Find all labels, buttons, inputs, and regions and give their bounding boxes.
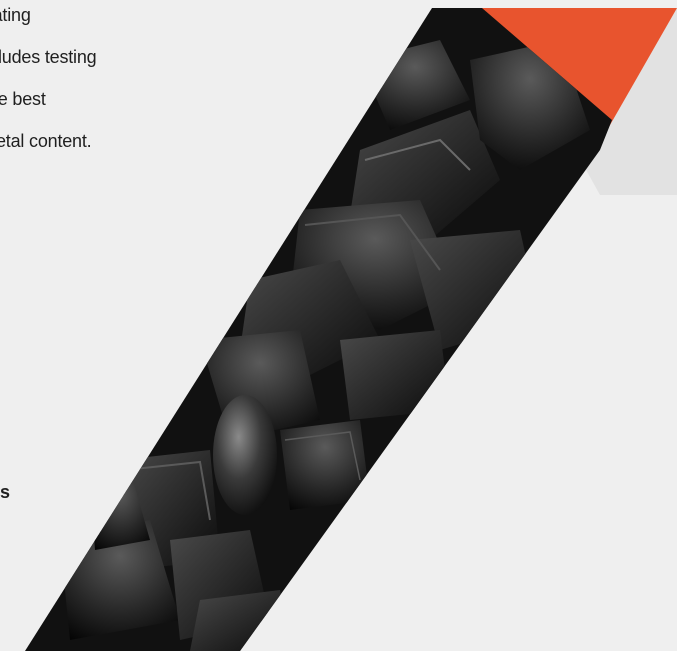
coal-image: [25, 8, 612, 651]
decorative-art: [25, 8, 677, 651]
body-line: etal content.: [0, 131, 92, 151]
slide-page: reating ludes testing he best etal conte…: [0, 0, 677, 651]
body-line: ludes testing: [0, 47, 97, 67]
body-line: reating: [0, 5, 31, 25]
bold-fragment: s: [0, 482, 11, 502]
body-line: he best: [0, 89, 46, 109]
